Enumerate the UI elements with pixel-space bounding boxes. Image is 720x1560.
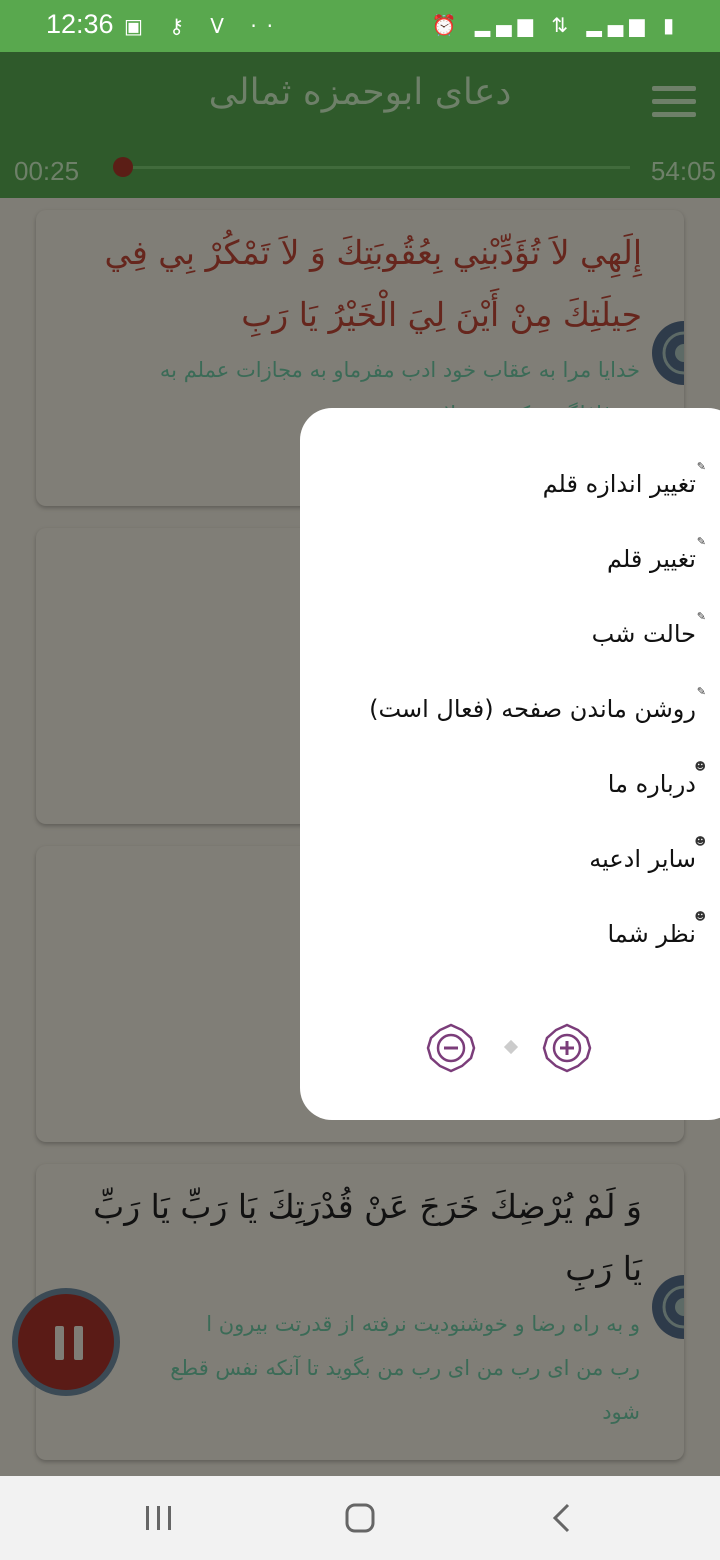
person-icon: ☻: [694, 910, 706, 923]
pen-icon: ✎: [696, 610, 706, 623]
menu-item-label: تغییر قلم: [606, 545, 696, 573]
menu-item-label: روشن ماندن صفحه (فعال است): [369, 695, 696, 723]
network-4g-icon: ⇅: [551, 13, 575, 37]
menu-item-font[interactable]: ✎ تغییر قلم: [606, 535, 706, 573]
alarm-icon: ⏰: [431, 13, 463, 37]
signal-icon-2: ▂▄▆: [586, 13, 651, 37]
home-icon[interactable]: [344, 1502, 376, 1534]
hamburger-menu-icon[interactable]: [652, 86, 696, 120]
signal-icon: ▂▄▆: [474, 13, 539, 37]
menu-item-label: درباره ما: [607, 770, 696, 798]
persian-line: رب من ای رب من ای رب من بگوید تا آنکه نف…: [170, 1356, 640, 1380]
pen-icon: ✎: [696, 685, 706, 698]
status-time: 12:36: [46, 9, 114, 39]
arabic-line: إِلَهِي لاَ تُؤَدِّبْنِي بِعُقُوبَتِكَ و…: [104, 233, 642, 272]
pen-icon: ✎: [696, 535, 706, 548]
menu-item-feedback[interactable]: ☻ نظر شما: [607, 910, 706, 948]
menu-item-label: نظر شما: [607, 920, 696, 948]
pause-button[interactable]: [12, 1288, 120, 1396]
options-menu: ✎ تغییر اندازه قلم ✎ تغییر قلم ✎ حالت شب…: [300, 408, 720, 1120]
status-bar: 12:36 ▣ ⚷ V ·· ⏰ ▂▄▆ ⇅ ▂▄▆ ▮: [0, 0, 720, 52]
menu-item-label: تغییر اندازه قلم: [542, 470, 696, 498]
persian-line: خدایا مرا به عقاب خود ادب مفرماو به مجاز…: [159, 358, 640, 382]
status-extra-indicator: V: [210, 14, 234, 38]
menu-item-other-prayers[interactable]: ☻ سایر ادعیه: [589, 835, 706, 873]
key-icon: ⚷: [169, 14, 194, 38]
menu-item-about[interactable]: ☻ درباره ما: [607, 760, 706, 798]
ornament-icon: [652, 321, 684, 385]
notification-icons: ▣ ⚷ V ··: [124, 14, 283, 38]
arabic-text: وَ لَمْ يُرْضِكَ خَرَجَ عَنْ قُدْرَتِكَ …: [36, 1164, 684, 1300]
persian-translation: و به راه رضا و خوشنودیت نرفته از قدرتت ب…: [36, 1302, 684, 1434]
seek-bar[interactable]: [120, 166, 630, 169]
ornament-icon: [652, 1275, 684, 1339]
menu-item-label: حالت شب: [591, 620, 696, 648]
header-bar: دعای ابوحمزه ثمالی 00:25 54:05: [0, 52, 720, 198]
elapsed-time: 00:25: [14, 156, 80, 186]
arabic-line: يَا رَبِ: [565, 1249, 642, 1288]
persian-line: شود: [602, 1400, 640, 1424]
system-nav-bar: [0, 1476, 720, 1560]
persian-line: و به راه رضا و خوشنودیت نرفته از قدرتت ب…: [206, 1312, 640, 1336]
total-time: 54:05: [650, 156, 716, 186]
menu-item-night-mode[interactable]: ✎ حالت شب: [591, 610, 706, 648]
image-icon: ▣: [124, 14, 153, 38]
seek-thumb[interactable]: [113, 157, 133, 177]
arabic-line: حِيلَتِكَ مِنْ أَيْنَ لِيَ الْخَيْرُ يَا…: [241, 295, 642, 334]
person-icon: ☻: [694, 760, 706, 773]
zoom-in-button[interactable]: [542, 1023, 592, 1073]
menu-item-font-size[interactable]: ✎ تغییر اندازه قلم: [542, 460, 706, 498]
system-icons: ⏰ ▂▄▆ ⇅ ▂▄▆ ▮: [432, 13, 680, 37]
person-icon: ☻: [694, 835, 706, 848]
arabic-line: وَ لَمْ يُرْضِكَ خَرَجَ عَنْ قُدْرَتِكَ …: [93, 1187, 642, 1226]
menu-item-label: سایر ادعیه: [589, 845, 696, 873]
zoom-out-button[interactable]: [426, 1023, 476, 1073]
zoom-indicator: [503, 1039, 519, 1055]
prayer-card[interactable]: وَ لَمْ يُرْضِكَ خَرَجَ عَنْ قُدْرَتِكَ …: [36, 1164, 684, 1460]
battery-charging-icon: ▮: [662, 13, 680, 37]
page-title: دعای ابوحمزه ثمالی: [208, 72, 512, 113]
back-icon[interactable]: [550, 1502, 574, 1534]
recent-apps-icon[interactable]: [144, 1504, 174, 1532]
pen-icon: ✎: [696, 460, 706, 473]
arabic-text: إِلَهِي لاَ تُؤَدِّبْنِي بِعُقُوبَتِكَ و…: [36, 210, 684, 346]
menu-item-keep-screen-on[interactable]: ✎ روشن ماندن صفحه (فعال است): [369, 685, 706, 723]
more-dots-icon: ··: [250, 14, 284, 38]
